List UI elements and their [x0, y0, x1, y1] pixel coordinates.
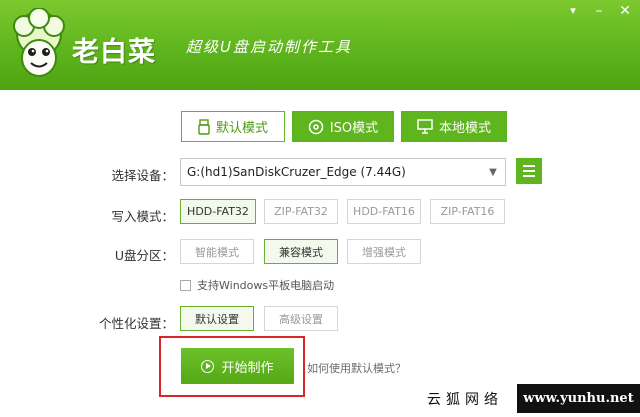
cabbage-mascot-logo [13, 8, 65, 77]
partition-enhanced-mode[interactable]: 增强模式 [347, 239, 421, 264]
personalize-default[interactable]: 默认设置 [180, 306, 254, 331]
tab-label: 默认模式 [215, 121, 268, 136]
disc-icon [308, 119, 324, 134]
partition-label: U盘分区： [114, 248, 174, 263]
partition-compatible-mode[interactable]: 兼容模式 [264, 239, 338, 264]
personalize-advanced[interactable]: 高级设置 [264, 306, 338, 331]
write-mode-hdd-fat32[interactable]: HDD-FAT32 [180, 199, 256, 224]
minimize-icon[interactable]: – [592, 4, 606, 18]
start-button-label: 开始制作 [221, 360, 274, 376]
device-value: G:(hd1)SanDiskCruzer_Edge (7.44G) [187, 165, 406, 179]
menu-icon [523, 165, 535, 167]
personalize-label: 个性化设置： [98, 316, 174, 331]
tab-local-mode[interactable]: 本地模式 [401, 111, 507, 142]
write-mode-hdd-fat16[interactable]: HDD-FAT16 [347, 199, 421, 224]
watermark: 云狐网络 www.yunhu.net [405, 380, 640, 417]
monitor-icon [417, 119, 433, 134]
tab-default-mode[interactable]: 默认模式 [181, 111, 285, 142]
watermark-url: www.yunhu.net [517, 384, 640, 413]
tab-iso-mode[interactable]: ISO模式 [292, 111, 394, 142]
write-mode-label: 写入模式： [111, 209, 174, 224]
write-mode-zip-fat16[interactable]: ZIP-FAT16 [430, 199, 505, 224]
windows-tablet-label: 支持Windows平板电脑启动 [197, 279, 335, 292]
device-menu-button[interactable] [516, 158, 542, 184]
app-header: 老白菜 超级U盘启动制作工具 ▾ – ✕ [0, 0, 640, 90]
windows-tablet-checkbox[interactable] [180, 279, 191, 291]
tab-label: 本地模式 [438, 121, 491, 136]
play-icon [201, 359, 215, 373]
watermark-text: 云狐网络 [427, 391, 503, 408]
write-mode-zip-fat32[interactable]: ZIP-FAT32 [264, 199, 338, 224]
app-brand-name: 老白菜 [72, 37, 156, 68]
windows-tablet-option[interactable]: 支持Windows平板电脑启动 [180, 277, 334, 293]
partition-smart-mode[interactable]: 智能模式 [180, 239, 254, 264]
close-icon[interactable]: ✕ [618, 4, 632, 18]
mode-tabs: 默认模式 ISO模式 本地模式 [181, 111, 507, 142]
tab-label: ISO模式 [329, 121, 379, 136]
default-mode-help-link[interactable]: 如何使用默认模式？ [307, 360, 406, 376]
start-button[interactable]: 开始制作 [181, 348, 294, 384]
device-select[interactable]: G:(hd1)SanDiskCruzer_Edge (7.44G) ▼ [180, 158, 506, 186]
window-controls: ▾ – ✕ [566, 4, 632, 18]
skin-icon[interactable]: ▾ [566, 4, 580, 18]
usb-drive-icon [198, 118, 210, 135]
device-label: 选择设备： [111, 168, 174, 183]
app-slogan: 超级U盘启动制作工具 [186, 38, 352, 56]
chevron-down-icon[interactable]: ▼ [481, 159, 505, 185]
